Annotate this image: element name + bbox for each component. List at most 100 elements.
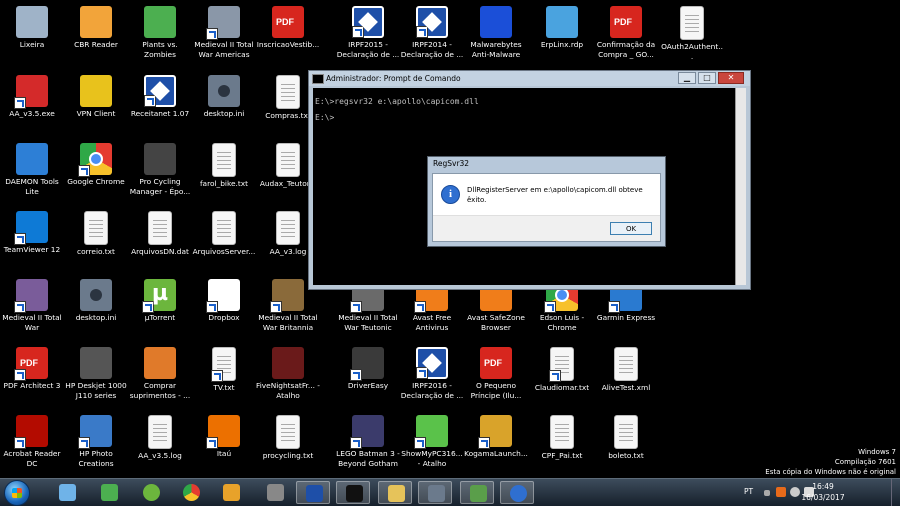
desktop-icon[interactable]: OAuth2Authent...: [660, 3, 724, 69]
desktop-icon[interactable]: procycling.txt: [256, 412, 320, 478]
regsvr32-dialog[interactable]: RegSvr32 i DllRegisterServer em e:\apoll…: [427, 156, 666, 247]
desktop-icon[interactable]: KogamaLaunch...: [464, 412, 528, 478]
desktop-icon-label: correio.txt: [77, 247, 115, 256]
desktop-icon[interactable]: AliveTest.xml: [594, 344, 658, 410]
receitanet-icon: [144, 75, 176, 107]
desktop-icon[interactable]: Malwarebytes Anti-Malware: [464, 3, 528, 69]
document-icon: [550, 415, 574, 449]
desktop-icon-label: Avast SafeZone Browser: [467, 313, 525, 332]
desktop-icon[interactable]: Dropbox: [192, 276, 256, 342]
maximize-button[interactable]: □: [698, 72, 716, 84]
desktop-icon-label: Comprar suprimentos - ...: [129, 381, 191, 400]
desktop-icon[interactable]: ErpLinx.rdp: [530, 3, 594, 69]
cmd-scrollbar[interactable]: [735, 88, 746, 285]
taskbar-plants-vs-zombies[interactable]: [92, 481, 126, 504]
desktop-icon[interactable]: µTorrent: [128, 276, 192, 342]
desktop-icon[interactable]: Google Chrome: [64, 140, 128, 206]
desktop-icon[interactable]: farol_bike.txt: [192, 140, 256, 206]
shortcut-arrow-icon: [350, 301, 362, 313]
desktop-icon[interactable]: InscricaoVestib...: [256, 3, 320, 69]
xml-file-icon: [614, 347, 638, 381]
cmd-title-bar[interactable]: Administrador: Prompt de Comando ▁ □ ✕: [309, 71, 750, 86]
desktop-icon-label: Edson Luis - Chrome: [539, 313, 585, 332]
desktop-icon[interactable]: ArquivosDN.dat: [128, 208, 192, 274]
start-button[interactable]: [4, 480, 30, 506]
desktop-icon[interactable]: Plants vs. Zombies: [128, 3, 192, 69]
dialog-message-area: i DllRegisterServer em e:\apollo\capicom…: [433, 174, 660, 218]
desktop-icon[interactable]: desktop.ini: [64, 276, 128, 342]
desktop-icon[interactable]: Lixeira: [0, 3, 64, 69]
taskbar-command-prompt[interactable]: [336, 481, 370, 504]
clock[interactable]: 16:49 16/03/2017: [796, 481, 850, 503]
desktop-icon-label: VPN Client: [76, 109, 116, 118]
desktop-icon[interactable]: CPF_Pai.txt: [530, 412, 594, 478]
desktop-icon[interactable]: HP Photo Creations: [64, 412, 128, 478]
desktop-icon[interactable]: IRPF2015 - Declaração de ...: [336, 3, 400, 69]
show-hidden-icons-icon[interactable]: [764, 490, 770, 496]
language-indicator[interactable]: PT: [744, 487, 753, 496]
taskbar-hp-printer[interactable]: [258, 481, 292, 504]
gear-file-icon: [208, 75, 240, 107]
cmd-title: Administrador: Prompt de Comando: [326, 74, 461, 83]
shortcut-arrow-icon: [14, 369, 26, 381]
desktop-icon[interactable]: Claudiomar.txt: [530, 344, 594, 410]
desktop-icon[interactable]: TV.txt: [192, 344, 256, 410]
desktop-icon[interactable]: ShowMyPC316... - Atalho: [400, 412, 464, 478]
malwarebytes-icon: [480, 6, 512, 38]
desktop-icon[interactable]: PDF Architect 3: [0, 344, 64, 410]
desktop-icon[interactable]: IRPF2016 - Declaração de ...: [400, 344, 464, 410]
desktop-icon[interactable]: Medieval II Total War: [0, 276, 64, 342]
desktop-icon[interactable]: desktop.ini: [192, 72, 256, 138]
shortcut-arrow-icon: [78, 437, 90, 449]
desktop-icon[interactable]: LEGO Batman 3 - Beyond Gotham: [336, 412, 400, 478]
close-button[interactable]: ✕: [718, 72, 744, 84]
desktop-icon-label: Receitanet 1.07: [130, 109, 190, 118]
desktop-icon[interactable]: AA_v3.5.log: [128, 412, 192, 478]
shortcut-arrow-icon: [352, 26, 364, 38]
taskbar-windows-explorer[interactable]: [378, 481, 412, 504]
taskbar-windows-explorer-libraries[interactable]: [50, 481, 84, 504]
desktop-icon[interactable]: O Pequeno Príncipe (Ilu...: [464, 344, 528, 410]
taskbar-plants-vs-zombies-icon: [101, 484, 118, 501]
desktop-icon[interactable]: FiveNightsatFr... - Atalho: [256, 344, 320, 410]
shortcut-arrow-icon: [144, 95, 156, 107]
desktop-icon[interactable]: DAEMON Tools Lite: [0, 140, 64, 206]
desktop-icon-label: farol_bike.txt: [199, 179, 249, 188]
desktop-icon[interactable]: TeamViewer 12: [0, 208, 64, 274]
desktop-icon[interactable]: VPN Client: [64, 72, 128, 138]
document-icon: [276, 143, 300, 177]
desktop-icon[interactable]: CBR Reader: [64, 3, 128, 69]
desktop-icon[interactable]: Confirmação da Compra _ GO...: [594, 3, 658, 69]
desktop-icon[interactable]: Receitanet 1.07: [128, 72, 192, 138]
desktop-icon[interactable]: HP Deskjet 1000 J110 series: [64, 344, 128, 410]
desktop-icon[interactable]: Acrobat Reader DC: [0, 412, 64, 478]
daemon-tools-icon: [16, 143, 48, 175]
desktop-icon[interactable]: IRPF2014 - Declaração de ...: [400, 3, 464, 69]
kogama-icon: [478, 415, 512, 449]
avast-tray-icon[interactable]: [776, 487, 786, 497]
desktop-icon[interactable]: correio.txt: [64, 208, 128, 274]
show-desktop-button[interactable]: [891, 479, 900, 506]
taskbar-regsvr32-info[interactable]: [500, 481, 534, 504]
desktop-icon[interactable]: AA_v3.5.exe: [0, 72, 64, 138]
shortcut-arrow-icon: [14, 97, 26, 109]
desktop-icon[interactable]: boleto.txt: [594, 412, 658, 478]
taskbar-remote-desktop[interactable]: [296, 481, 330, 504]
taskbar-utorrent[interactable]: [134, 481, 168, 504]
plants-vs-zombies-icon: [144, 6, 176, 38]
minimize-button[interactable]: ▁: [678, 72, 696, 84]
taskbar-google-chrome[interactable]: [174, 481, 208, 504]
document-icon: [276, 415, 300, 449]
taskbar-network[interactable]: [460, 481, 494, 504]
desktop-icon[interactable]: Pro Cycling Manager - Épo...: [128, 140, 192, 206]
desktop-icon-label: TV.txt: [213, 383, 235, 392]
desktop-icon[interactable]: Comprar suprimentos - ...: [128, 344, 192, 410]
desktop-icon[interactable]: DriverEasy: [336, 344, 400, 410]
desktop-icon[interactable]: Itaú: [192, 412, 256, 478]
desktop-icon[interactable]: Medieval II Total War Americas: [192, 3, 256, 69]
desktop-icon[interactable]: ArquivosServer...: [192, 208, 256, 274]
taskbar-media-player[interactable]: [214, 481, 248, 504]
ok-button[interactable]: OK: [610, 222, 652, 235]
taskbar-control-panel[interactable]: [418, 481, 452, 504]
dialog-content: i DllRegisterServer em e:\apollo\capicom…: [432, 173, 661, 242]
